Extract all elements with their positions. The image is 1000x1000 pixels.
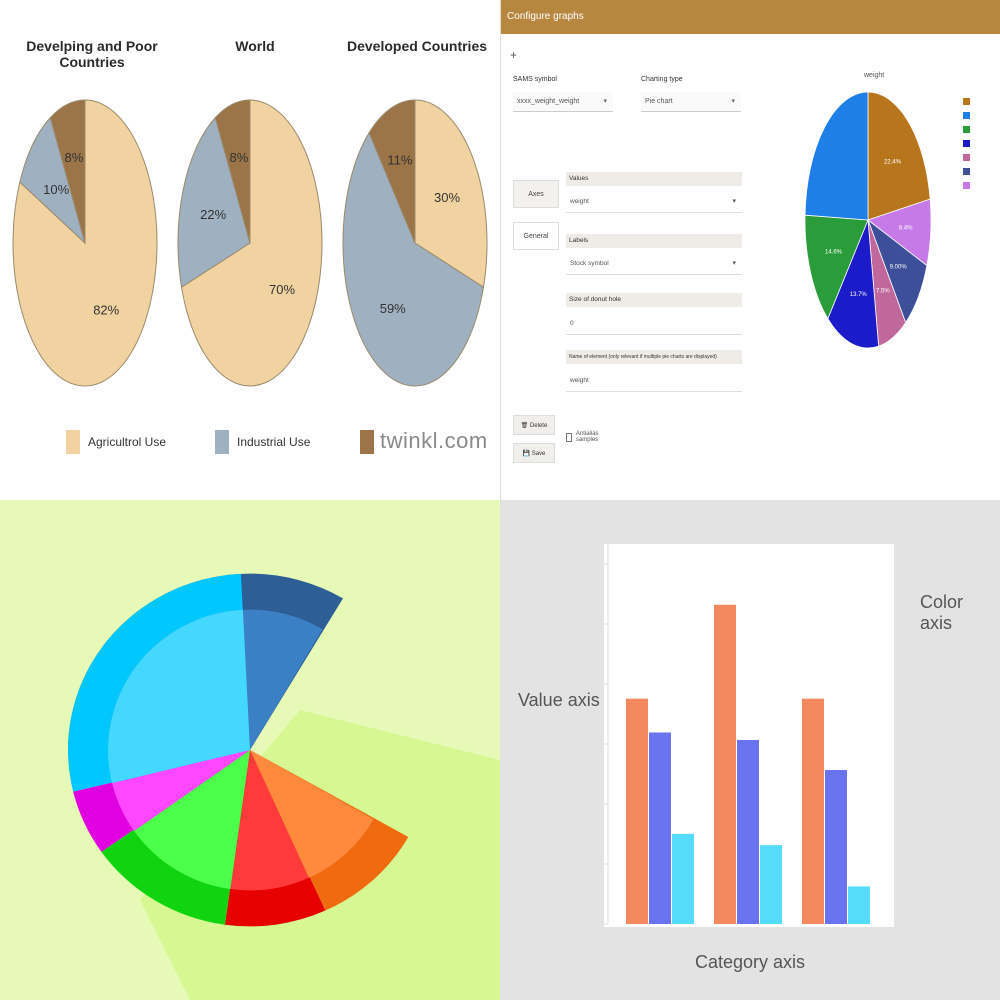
value-axis-label: Value axis	[518, 690, 600, 710]
grouped-bar-chart	[604, 544, 894, 927]
pie-slice	[867, 91, 931, 221]
legend-swatch	[215, 430, 229, 454]
bar	[649, 732, 671, 924]
legend-swatch	[963, 140, 970, 147]
legend-item	[963, 98, 974, 105]
bar	[626, 698, 648, 924]
bar	[825, 770, 847, 924]
3d-pie-illustration	[0, 500, 500, 1000]
legend-swatch	[66, 430, 80, 454]
legend-label: Industrial Use	[237, 435, 311, 449]
legend-item	[963, 112, 974, 119]
slice-label: 7.5%	[876, 289, 890, 295]
twinkl-watermark: twinkl.com	[380, 428, 488, 453]
legend-swatch	[963, 168, 970, 175]
slice-label: 70%	[269, 282, 295, 297]
pie-charts-water-use: 82% 10% 8% 70% 22% 8% 30% 59% 11%	[12, 99, 488, 387]
three-pie-infographic: Develping and Poor Countries World Devel…	[0, 0, 500, 500]
configure-graphs-panel: Configure graphs + SAMS symbol xxxx_weig…	[500, 0, 1000, 500]
category-axis-label: Category axis	[695, 952, 806, 972]
slice-label: 22%	[200, 207, 226, 222]
legend-item	[963, 126, 974, 133]
legend-swatch	[963, 98, 970, 105]
bar	[760, 845, 782, 924]
slice-label: 59%	[380, 301, 406, 316]
legend-agricultural: Agricultrol Use	[66, 430, 166, 454]
slice-label: 14.6%	[825, 249, 843, 255]
slice-label: 30%	[434, 190, 460, 205]
slice-label: 8%	[230, 150, 249, 165]
legend-swatch	[963, 126, 970, 133]
slice-label: 22.4%	[884, 159, 902, 165]
legend-swatch	[360, 430, 374, 454]
legend-item	[963, 154, 974, 161]
bar	[802, 698, 824, 924]
slice-label: 13.7%	[850, 292, 868, 298]
legend-label: Agricultrol Use	[88, 435, 167, 449]
bar-chart-axes-diagram: Value axis Color axis Category axis	[500, 500, 1000, 1000]
bar	[672, 833, 694, 924]
legend-item	[963, 140, 974, 147]
slice-label: 8%	[65, 150, 84, 165]
bar	[737, 739, 759, 924]
legend-industrial: Industrial Use	[215, 430, 310, 454]
bar	[714, 604, 736, 924]
slice-label: 8.4%	[899, 226, 913, 232]
3d-pie-chart	[68, 573, 500, 1000]
legend-swatch	[963, 112, 970, 119]
slice-label: 10%	[43, 182, 69, 197]
bar	[848, 886, 870, 924]
color-axis-label: Color axis	[920, 592, 964, 633]
slice-label: 82%	[93, 302, 119, 317]
pie-slice	[804, 91, 869, 221]
legend-swatch	[963, 154, 970, 161]
pie-preview-chart: 22.4% 8.4% 9.00% 7.5% 13.7% 14.6%	[804, 91, 932, 349]
slice-label: 9.00%	[890, 264, 908, 270]
legend-domestic	[360, 430, 382, 454]
legend-swatch	[963, 182, 970, 189]
legend-item	[963, 182, 974, 189]
legend-item	[963, 168, 974, 175]
slice-label: 11%	[387, 153, 412, 168]
